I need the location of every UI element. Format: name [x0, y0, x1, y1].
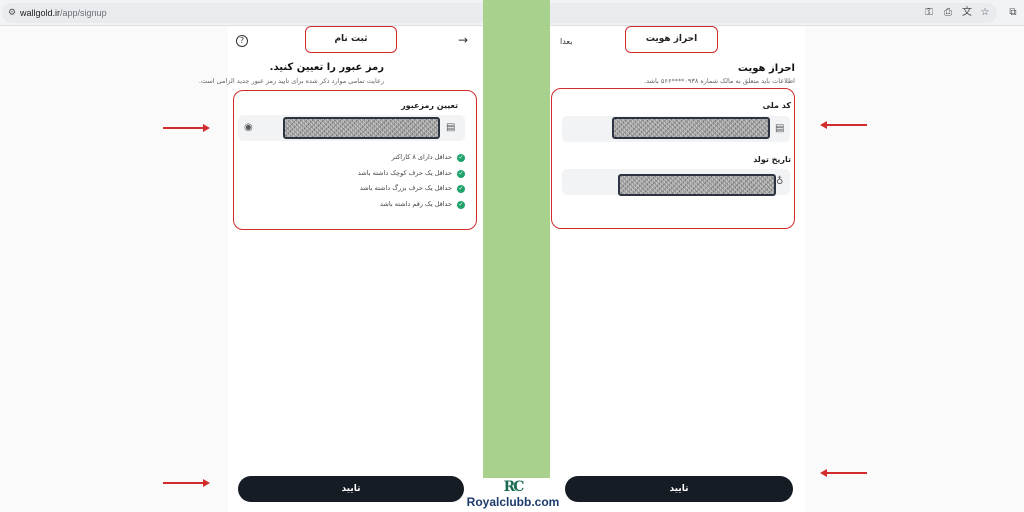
id-card-icon: ▤ [446, 122, 456, 133]
password-label: تعیین رمزعبور [401, 101, 458, 110]
national-code-value-redacted [612, 117, 770, 139]
identity-verification-screen: بعدا احراز هویت احراز هویت اطلاعات باید … [551, 26, 805, 512]
page-title: ثبت نام [305, 26, 397, 53]
extensions-icon[interactable]: ⧉ [1006, 6, 1020, 20]
cake-icon: ♁ [776, 176, 784, 187]
right-backdrop [805, 26, 1024, 512]
password-subtitle: رعایت تمامی موارد ذکر شده برای تایید رمز… [198, 77, 384, 85]
annotation-arrow [827, 124, 867, 126]
rule-item: ✓ حداقل یک حرف بزرگ داشته باشد [359, 184, 465, 193]
annotation-arrow-head [203, 479, 210, 487]
rule-item: ✓ حداقل دارای ۸ کاراکتر [391, 153, 465, 162]
back-arrow-icon[interactable]: → [458, 33, 468, 47]
star-icon[interactable]: ☆ [978, 6, 992, 20]
birth-date-label: تاریخ تولد [753, 155, 791, 164]
later-link[interactable]: بعدا [560, 37, 573, 46]
key-icon[interactable]: ⚿ [922, 6, 936, 20]
identity-title: احراز هویت [737, 63, 795, 74]
national-code-label: کد ملی [762, 101, 791, 110]
royalclubb-logo: RC Royalclubb.com [462, 478, 564, 512]
page-title: احراز هویت [625, 26, 718, 53]
eye-icon[interactable]: ◉ [244, 122, 253, 134]
translate-icon[interactable]: 文 [960, 6, 974, 20]
annotation-arrow [163, 482, 203, 484]
logo-text: Royalclubb.com [466, 495, 560, 509]
rule-item: ✓ حداقل یک رقم داشته باشد [380, 200, 465, 209]
password-title: رمز عبور را تعیین کنید. [269, 62, 384, 73]
signup-password-screen: ? ثبت نام → رمز عبور را تعیین کنید. رعای… [199, 26, 482, 512]
url-text[interactable]: wallgold.ir/app/signup [20, 8, 107, 18]
logo-mark: RC [503, 479, 525, 495]
left-backdrop [0, 26, 228, 512]
install-icon[interactable]: ⎙ [941, 6, 955, 20]
annotation-arrow [827, 472, 867, 474]
check-icon: ✓ [457, 201, 465, 209]
help-icon[interactable]: ? [236, 35, 248, 47]
annotation-arrow-head [820, 469, 827, 477]
check-icon: ✓ [457, 154, 465, 162]
annotation-arrow-head [820, 121, 827, 129]
annotation-arrow [163, 127, 203, 129]
identity-subtitle: اطلاعات باید متعلق به مالک شماره ۰۹۳۸***… [644, 77, 795, 85]
birth-date-value-redacted [618, 174, 776, 196]
tune-icon[interactable]: ⚙ [8, 8, 16, 18]
check-icon: ✓ [457, 185, 465, 193]
check-icon: ✓ [457, 170, 465, 178]
password-input[interactable]: ◉ ▤ [238, 115, 465, 141]
rule-item: ✓ حداقل یک حرف کوچک داشته باشد [357, 169, 465, 178]
password-value-redacted [283, 117, 440, 139]
annotation-arrow-head [203, 124, 210, 132]
confirm-button[interactable]: تایید [565, 476, 793, 502]
screenshot-root: ⚙ wallgold.ir/app/signup ⚿ ⎙ 文 ☆ ⧉ ? ثبت… [0, 0, 1024, 512]
divider-strip [483, 0, 550, 478]
birth-date-input[interactable]: ♁ [562, 169, 790, 196]
id-card-icon: ▤ [775, 123, 785, 134]
national-code-input[interactable]: ▤ [562, 116, 790, 142]
confirm-button[interactable]: تایید [238, 476, 464, 502]
